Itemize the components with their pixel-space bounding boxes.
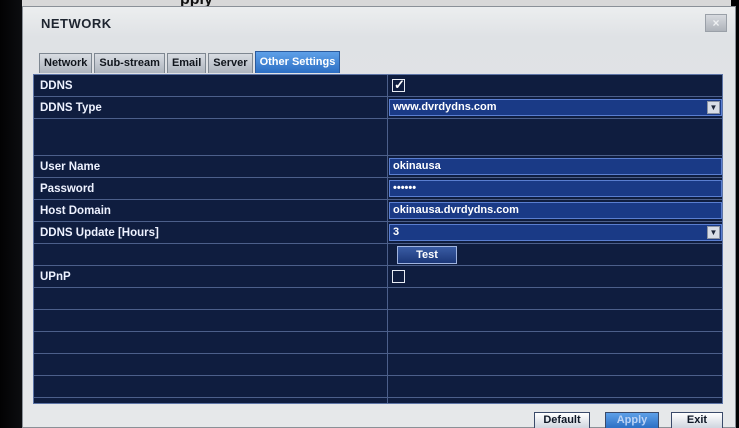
settings-row-empty (34, 288, 722, 310)
password-input[interactable]: •••••• (389, 180, 722, 197)
ddns-type-select[interactable]: www.dvrdydns.com ▼ (389, 99, 722, 116)
settings-row-empty (34, 310, 722, 332)
ddns-update-label: DDNS Update [Hours] (40, 227, 159, 239)
settings-row-blank (34, 119, 722, 156)
ddns-type-value: www.dvrdydns.com (393, 101, 497, 113)
settings-row-ddns (34, 75, 722, 97)
test-button[interactable]: Test (397, 246, 457, 264)
password-label: Password (40, 183, 95, 195)
settings-row-empty (34, 354, 722, 376)
chevron-down-icon[interactable]: ▼ (707, 226, 720, 239)
default-button[interactable]: Default (534, 412, 590, 428)
ddns-checkbox[interactable]: ✓ (392, 77, 405, 92)
upnp-label: UPnP (40, 271, 71, 283)
close-icon: × (712, 16, 720, 30)
tab-server[interactable]: Server (208, 53, 253, 73)
user-name-label: User Name (40, 161, 101, 173)
host-domain-label: Host Domain (40, 205, 111, 217)
checkmark-icon: ✓ (394, 77, 405, 92)
ddns-label: DDNS (40, 80, 73, 92)
close-button[interactable]: × (705, 14, 727, 32)
settings-panel: DDNS ✓ DDNS Type www.dvrdydns.com ▼ User… (33, 74, 723, 404)
settings-row-empty (34, 332, 722, 354)
host-domain-input[interactable]: okinausa.dvrdydns.com (389, 202, 722, 219)
tab-network[interactable]: Network (39, 53, 93, 73)
apply-button[interactable]: Apply (605, 412, 659, 428)
tab-email[interactable]: Email (166, 53, 207, 73)
settings-row-empty (34, 376, 722, 398)
ddns-type-label: DDNS Type (40, 102, 102, 114)
dialog-titlebar: NETWORK × (23, 7, 735, 41)
chevron-down-icon[interactable]: ▼ (707, 101, 720, 114)
exit-button[interactable]: Exit (671, 412, 723, 428)
network-dialog: NETWORK × Network Sub-stream Email Serve… (22, 6, 736, 428)
screen-bezel-left (0, 0, 22, 428)
ddns-update-select[interactable]: 3 ▼ (389, 224, 722, 241)
ddns-update-value: 3 (393, 226, 400, 238)
settings-row-test (34, 244, 722, 266)
tab-bar: Network Sub-stream Email Server Other Se… (39, 51, 341, 73)
dialog-title: NETWORK (41, 16, 112, 31)
settings-row-upnp (34, 266, 722, 288)
tab-other-settings[interactable]: Other Settings (254, 51, 341, 73)
tab-sub-stream[interactable]: Sub-stream (94, 53, 165, 73)
upnp-checkbox[interactable] (392, 270, 405, 283)
user-name-input[interactable]: okinausa (389, 158, 722, 175)
